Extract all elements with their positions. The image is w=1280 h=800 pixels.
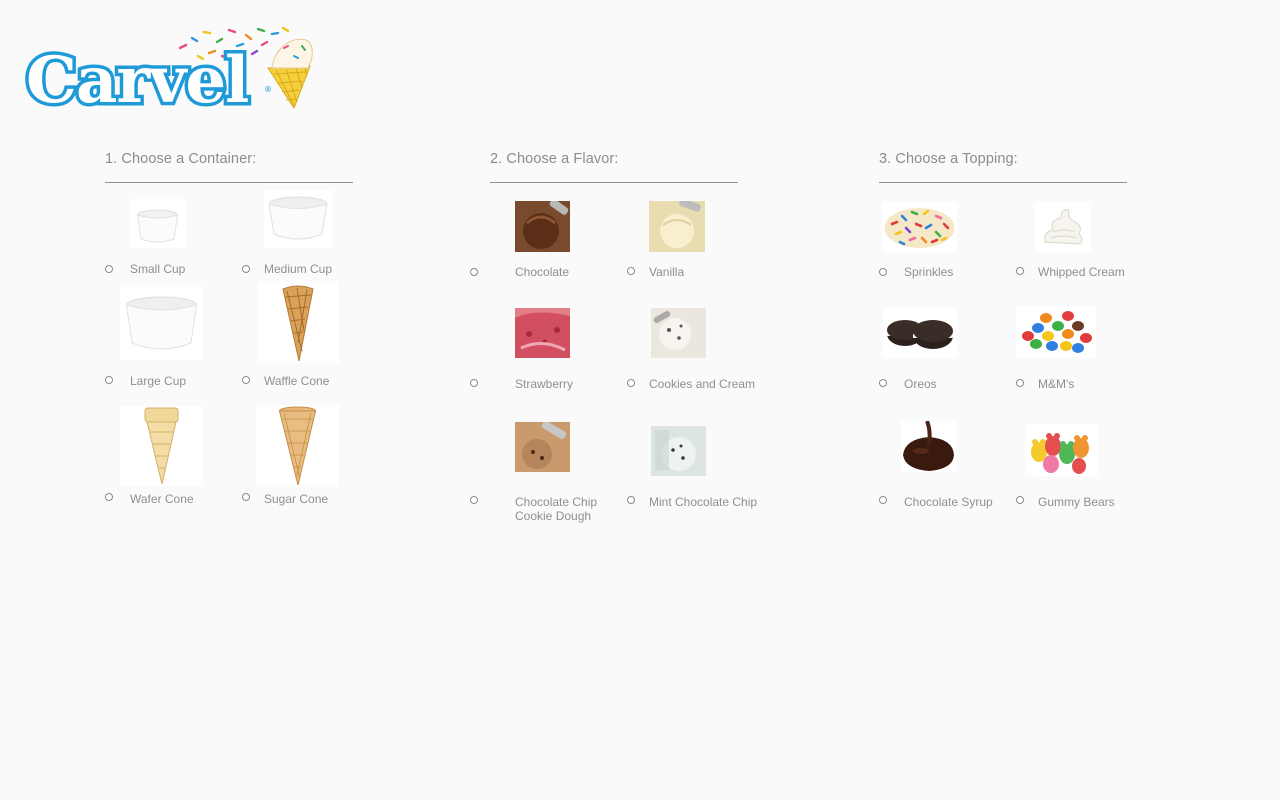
chocolate-syrup-image: [901, 421, 956, 472]
sprinkles-label: Sprinkles: [904, 265, 954, 279]
cookies-and-cream-radio[interactable]: [627, 379, 635, 387]
vanilla-image: [649, 201, 705, 252]
sugar-cone-radio[interactable]: [242, 493, 250, 501]
wafer-cone-image: [120, 406, 203, 486]
mms-label: M&M's: [1038, 377, 1075, 391]
wafer-cone-label: Wafer Cone: [130, 492, 194, 506]
mms-radio[interactable]: [1016, 379, 1024, 387]
whipped-cream-image: [1035, 202, 1091, 252]
chocolate-chip-cookie-dough-radio[interactable]: [470, 496, 478, 504]
wafer-cone-radio[interactable]: [105, 493, 113, 501]
medium-cup-radio[interactable]: [242, 265, 250, 273]
sprinkles-image: [882, 202, 957, 252]
chocolate-label: Chocolate: [515, 265, 570, 279]
medium-cup-image: [264, 190, 332, 248]
waffle-cone-label: Waffle Cone: [264, 374, 330, 388]
chocolate-image: [515, 201, 570, 252]
flavor-section-divider: [490, 182, 738, 183]
gummy-bears-image: [1025, 424, 1098, 476]
whipped-cream-label: Whipped Cream: [1038, 265, 1125, 279]
strawberry-label: Strawberry: [515, 377, 574, 391]
chocolate-syrup-label: Chocolate Syrup: [904, 495, 993, 509]
strawberry-image: [515, 308, 570, 358]
oreos-image: [883, 308, 957, 358]
cookies-and-cream-label: Cookies and Cream: [649, 377, 756, 391]
chocolate-syrup-radio[interactable]: [879, 496, 887, 504]
medium-cup-label: Medium Cup: [264, 262, 333, 276]
sprinkles-radio[interactable]: [879, 268, 887, 276]
small-cup-label: Small Cup: [130, 262, 186, 276]
logo-wordmark: Carvel: [26, 43, 248, 112]
chocolate-chip-cookie-dough-label: Chocolate Chip Cookie Dough: [515, 495, 598, 523]
oreos-radio[interactable]: [879, 379, 887, 387]
chocolate-radio[interactable]: [470, 268, 478, 276]
topping-section-title: 3. Choose a Topping:: [879, 151, 1018, 167]
svg-text:®: ®: [264, 85, 272, 94]
chocolate-chip-cookie-dough-image: [515, 422, 570, 472]
container-section-title: 1. Choose a Container:: [105, 151, 257, 167]
large-cup-radio[interactable]: [105, 376, 113, 384]
sugar-cone-image: [256, 405, 339, 487]
large-cup-label: Large Cup: [130, 374, 187, 388]
gummy-bears-label: Gummy Bears: [1038, 495, 1115, 509]
vanilla-label: Vanilla: [649, 265, 685, 279]
waffle-cone-radio[interactable]: [242, 376, 250, 384]
mint-chocolate-chip-image: [651, 426, 706, 476]
carvel-logo[interactable]: Carvel ®: [23, 26, 314, 122]
strawberry-radio[interactable]: [470, 379, 478, 387]
mms-image: [1016, 306, 1096, 358]
topping-section-divider: [879, 182, 1127, 183]
waffle-cone-image: [257, 281, 339, 363]
oreos-label: Oreos: [904, 377, 937, 391]
flavor-section-title: 2. Choose a Flavor:: [490, 151, 619, 167]
whipped-cream-radio[interactable]: [1016, 267, 1024, 275]
mint-chocolate-chip-label: Mint Chocolate Chip: [649, 495, 758, 509]
cookies-and-cream-image: [651, 308, 706, 358]
gummy-bears-radio[interactable]: [1016, 496, 1024, 504]
small-cup-radio[interactable]: [105, 265, 113, 273]
small-cup-image: [130, 199, 185, 248]
sugar-cone-label: Sugar Cone: [264, 492, 329, 506]
large-cup-image: [120, 287, 203, 360]
mint-chocolate-chip-radio[interactable]: [627, 496, 635, 504]
vanilla-radio[interactable]: [627, 267, 635, 275]
container-section-divider: [105, 182, 353, 183]
